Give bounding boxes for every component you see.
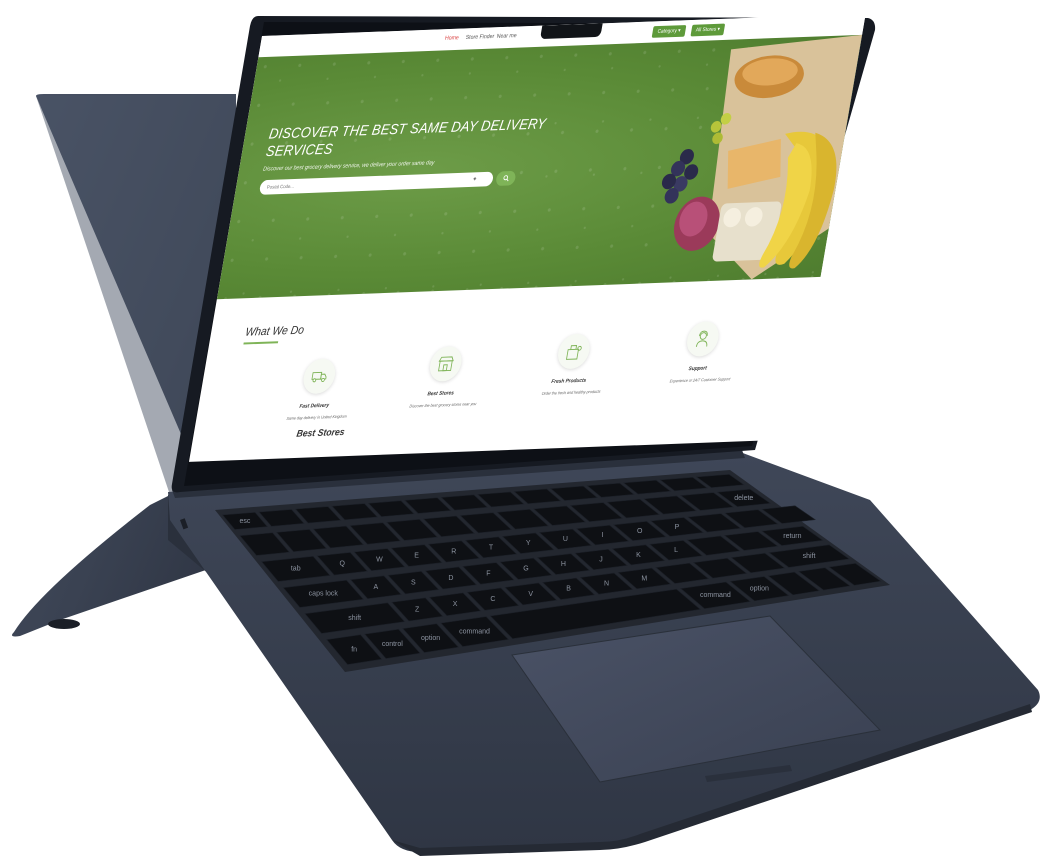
- service-title: Fresh Products: [550, 377, 587, 385]
- support-agent-icon: [684, 320, 722, 357]
- key-label: N: [604, 581, 609, 588]
- key-label: T: [489, 544, 494, 551]
- key-label: L: [674, 547, 678, 554]
- delivery-truck-icon: [300, 358, 338, 395]
- key-label: tab: [291, 566, 301, 573]
- service-best-stores: Best Stores Discover the best grocery st…: [391, 344, 505, 409]
- key-label: shift: [348, 615, 361, 622]
- fn-row-key[interactable]: [331, 503, 378, 521]
- caps-lock-key[interactable]: caps lock: [282, 579, 365, 608]
- key-label: option: [750, 586, 769, 593]
- fn-row-key[interactable]: esc: [222, 512, 268, 530]
- key-label: Y: [526, 540, 531, 547]
- key-label: X: [453, 601, 458, 608]
- search-icon: [503, 175, 509, 182]
- key-label: M: [641, 575, 647, 582]
- key-label: W: [376, 557, 383, 564]
- grocery-bag-photo: [661, 34, 863, 280]
- key-label: delete: [734, 495, 753, 502]
- right-shift-key[interactable]: shift: [768, 544, 850, 568]
- section-underline: [243, 341, 279, 345]
- key-label: I: [602, 532, 604, 539]
- service-support: Support Experience or 24/7 Customer Supp…: [648, 319, 762, 384]
- key-label: J: [599, 556, 603, 563]
- key-label: U: [563, 536, 568, 543]
- nav-home-link[interactable]: Home: [444, 35, 459, 41]
- key-label: O: [637, 528, 643, 535]
- service-desc: Experience or 24/7 Customer Support: [669, 376, 731, 384]
- fn-row-key[interactable]: [294, 506, 342, 524]
- key-label: K: [636, 552, 641, 559]
- service-desc: Discover the best grocery stores near yo…: [409, 401, 477, 409]
- best-stores-title: Best Stores: [295, 427, 346, 440]
- left-shift-key[interactable]: shift: [304, 602, 406, 634]
- service-title: Support: [688, 365, 708, 373]
- key-label: esc: [239, 518, 250, 525]
- storefront-icon: [427, 345, 465, 382]
- key-label: F: [486, 570, 490, 577]
- key-label: V: [528, 591, 533, 598]
- key-label: fn: [351, 647, 357, 654]
- key-label: H: [561, 561, 566, 568]
- service-fast-delivery: Fast Delivery Same day delivery in Unite…: [264, 357, 378, 422]
- key-label: control: [382, 641, 403, 648]
- camera-notch: [539, 23, 603, 40]
- nav-near-me-link[interactable]: Near me: [496, 33, 517, 40]
- key-label: shift: [803, 553, 816, 560]
- grocery-bag-icon: [555, 333, 593, 370]
- category-dropdown-button[interactable]: Category ▾: [651, 25, 687, 38]
- key-label: P: [675, 524, 680, 531]
- website-screen: Home Store Finder Near me Category ▾ All…: [188, 13, 866, 462]
- key-label: option: [421, 635, 440, 642]
- service-title: Best Stores: [426, 390, 455, 398]
- tab-key[interactable]: tab: [261, 555, 331, 582]
- service-fresh-products: Fresh Products Order the fresh and healt…: [519, 332, 633, 397]
- key-label: Z: [415, 606, 420, 613]
- hero-banner: DISCOVER THE BEST SAME DAY DELIVERY SERV…: [216, 34, 863, 300]
- nav-store-finder-link[interactable]: Store Finder: [465, 34, 494, 41]
- key-label: C: [490, 596, 495, 603]
- service-desc: Order the fresh and healthy products: [541, 388, 601, 396]
- what-we-do-title: What We Do: [244, 322, 306, 339]
- key-label: R: [451, 548, 456, 555]
- key-label: command: [700, 592, 731, 599]
- service-title: Fast Delivery: [298, 402, 330, 410]
- key-label: A: [373, 584, 378, 591]
- service-desc: Same day delivery in United Kingdom: [286, 413, 348, 421]
- key-label: G: [523, 566, 528, 573]
- key-label: return: [783, 533, 801, 540]
- key-label: E: [414, 552, 419, 559]
- key-label: S: [411, 580, 416, 587]
- crosshair-icon[interactable]: ⌖: [472, 176, 478, 184]
- fn-row-key[interactable]: [258, 509, 305, 527]
- key-label: caps lock: [309, 591, 339, 598]
- fn-row-key[interactable]: [367, 500, 415, 517]
- key-label: B: [566, 586, 571, 593]
- fn-row-key[interactable]: [404, 497, 452, 514]
- all-stores-dropdown-button[interactable]: All Stores ▾: [690, 23, 726, 37]
- key-label: D: [448, 575, 453, 582]
- key-label: command: [459, 628, 490, 635]
- key-label: Q: [339, 561, 345, 568]
